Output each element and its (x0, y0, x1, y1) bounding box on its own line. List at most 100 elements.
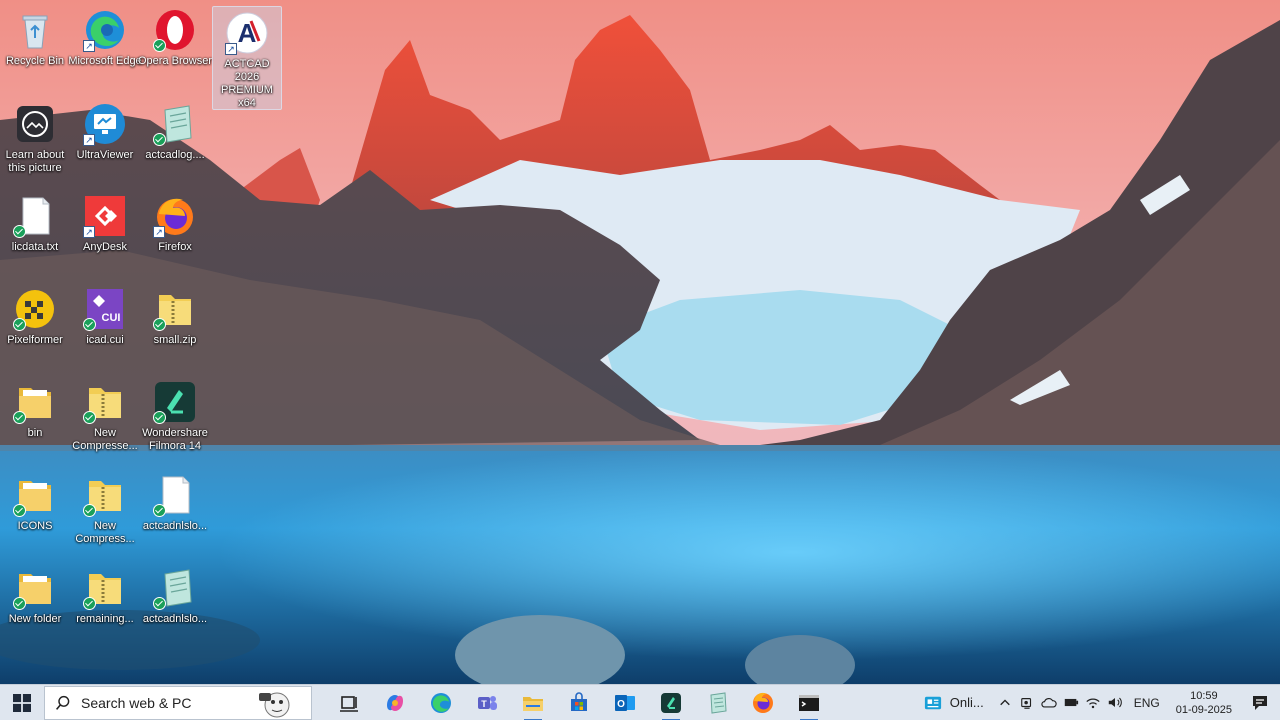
search-placeholder: Search web & PC (81, 694, 192, 711)
shortcut-arrow-icon: ↗ (83, 134, 95, 146)
folder-icon (13, 473, 57, 517)
sync-check-icon (13, 225, 26, 238)
outlook-icon: O (615, 694, 635, 711)
taskbar-teams[interactable]: T (464, 685, 510, 720)
firefox-icon: ↗ (153, 194, 197, 238)
clock-date: 01-09-2025 (1175, 703, 1232, 716)
shortcut-arrow-icon: ↗ (225, 43, 237, 55)
taskbar-clock[interactable]: 10:59 01-09-2025 (1168, 689, 1240, 717)
news-widget-icon (924, 696, 941, 709)
desktop-icon-remaining[interactable]: remaining... (70, 562, 140, 650)
speaker-icon (1108, 697, 1122, 708)
tray-wifi[interactable] (1082, 685, 1104, 720)
desktop-icon-actcadnlslo-2[interactable]: actcadnlslo... (140, 562, 210, 650)
camera-icon (1020, 697, 1031, 709)
taskbar-store[interactable] (556, 685, 602, 720)
desktop-icon-anydesk[interactable]: ↗ AnyDesk (70, 190, 140, 278)
desktop-icon-new-compressed-1[interactable]: New Compresse... (70, 376, 140, 464)
desktop-icon-learn-about-picture[interactable]: Learn about this picture (0, 98, 70, 186)
show-hidden-icons-button[interactable] (994, 685, 1016, 720)
text-file-icon (153, 473, 197, 517)
desktop-icon-new-folder[interactable]: New folder (0, 562, 70, 650)
opera-icon (153, 8, 197, 52)
taskbar-edge[interactable] (418, 685, 464, 720)
desktop-icon-pixelformer[interactable]: Pixelformer (0, 283, 70, 371)
shortcut-arrow-icon: ↗ (83, 40, 95, 52)
tray-onedrive[interactable] (1038, 685, 1060, 720)
text-file-icon (13, 194, 57, 238)
task-view-icon (340, 695, 358, 712)
widget-online[interactable]: Onli... (914, 694, 994, 712)
system-tray: Onli... ENG 10:59 01-09-2025 (914, 685, 1280, 720)
svg-text:CUI: CUI (102, 312, 121, 324)
desktop-icon-firefox[interactable]: ↗ Firefox (140, 190, 210, 278)
taskbar-copilot[interactable] (372, 685, 418, 720)
sync-check-icon (13, 597, 26, 610)
search-highlight-icon (259, 692, 290, 717)
desktop-icon-new-compressed-2[interactable]: New Compress... (70, 469, 140, 557)
tray-volume[interactable] (1104, 685, 1126, 720)
zip-folder-icon (83, 380, 127, 424)
taskbar-notepad[interactable] (694, 685, 740, 720)
taskbar-file-explorer[interactable] (510, 685, 556, 720)
taskbar-search-box[interactable]: Search web & PC (44, 685, 312, 720)
store-icon (571, 691, 587, 711)
teams-icon: T (478, 695, 497, 710)
desktop-icon-recycle-bin[interactable]: Recycle Bin (0, 4, 70, 92)
desktop-icon-licdata[interactable]: licdata.txt (0, 190, 70, 278)
pixelformer-icon (13, 287, 57, 331)
taskbar-firefox[interactable] (740, 685, 786, 720)
taskbar-terminal[interactable] (786, 685, 832, 720)
zip-folder-icon (83, 566, 127, 610)
battery-icon (1064, 698, 1078, 707)
sync-check-icon (153, 504, 166, 517)
anydesk-icon: ↗ (83, 194, 127, 238)
shortcut-arrow-icon: ↗ (153, 226, 165, 238)
zip-folder-icon (153, 287, 197, 331)
desktop-icon-wondershare-filmora[interactable]: Wondershare Filmora 14 (140, 376, 210, 464)
desktop-icon-small-zip[interactable]: small.zip (140, 283, 210, 371)
clock-time: 10:59 (1190, 689, 1218, 702)
task-view-button[interactable] (326, 685, 372, 720)
taskbar: Search web & PC T O Onli... ENG 10:59 01… (0, 684, 1280, 720)
desktop-icon-actcadnlslo-1[interactable]: actcadnlslo... (140, 469, 210, 557)
tray-camera[interactable] (1016, 685, 1038, 720)
start-button[interactable] (0, 685, 44, 720)
desktop-icon-opera-browser[interactable]: Opera Browser (138, 4, 212, 92)
desktop-icon-actcadlog[interactable]: actcadlog.... (140, 98, 210, 186)
taskbar-outlook[interactable]: O (602, 685, 648, 720)
desktop-icon-ultraviewer[interactable]: ↗ UltraViewer (70, 98, 140, 186)
ultraviewer-icon: ↗ (83, 102, 127, 146)
desktop-icon-icons-folder[interactable]: ICONS (0, 469, 70, 557)
taskbar-filmora[interactable] (648, 685, 694, 720)
shortcut-arrow-icon: ↗ (83, 226, 95, 238)
sync-check-icon (83, 504, 96, 517)
sync-check-icon (13, 318, 26, 331)
notification-center-button[interactable] (1240, 685, 1280, 720)
input-language[interactable]: ENG (1126, 696, 1168, 710)
notification-icon (1253, 695, 1267, 710)
recycle-bin-icon (13, 8, 57, 52)
cloud-icon (1041, 698, 1057, 708)
desktop-icon-microsoft-edge[interactable]: ↗ Microsoft Edge (68, 4, 142, 92)
edge-icon (431, 692, 451, 713)
filmora-icon (661, 692, 681, 713)
notepad-file-icon (153, 566, 197, 610)
desktop-icon-actcad[interactable]: A ↗ ACTCAD 2026 PREMIUM x64 (212, 6, 282, 110)
notepad-icon (710, 691, 727, 714)
desktop-icon-icad-cui[interactable]: CUI icad.cui (70, 283, 140, 371)
file-explorer-icon (523, 696, 543, 711)
notepad-file-icon (153, 102, 197, 146)
sync-check-icon (153, 597, 166, 610)
sync-check-icon (153, 133, 166, 146)
desktop-icon-bin-folder[interactable]: bin (0, 376, 70, 464)
terminal-icon (799, 694, 819, 711)
sync-check-icon (83, 411, 96, 424)
windows-logo-icon (13, 693, 31, 712)
tray-battery-saver[interactable] (1060, 685, 1082, 720)
actcad-icon: A ↗ (225, 11, 269, 55)
desktop-icon-grid: Recycle Bin ↗ Microsoft Edge Opera Brows… (0, 0, 1280, 684)
svg-text:O: O (617, 699, 625, 710)
copilot-icon (387, 694, 403, 711)
sync-check-icon (13, 504, 26, 517)
